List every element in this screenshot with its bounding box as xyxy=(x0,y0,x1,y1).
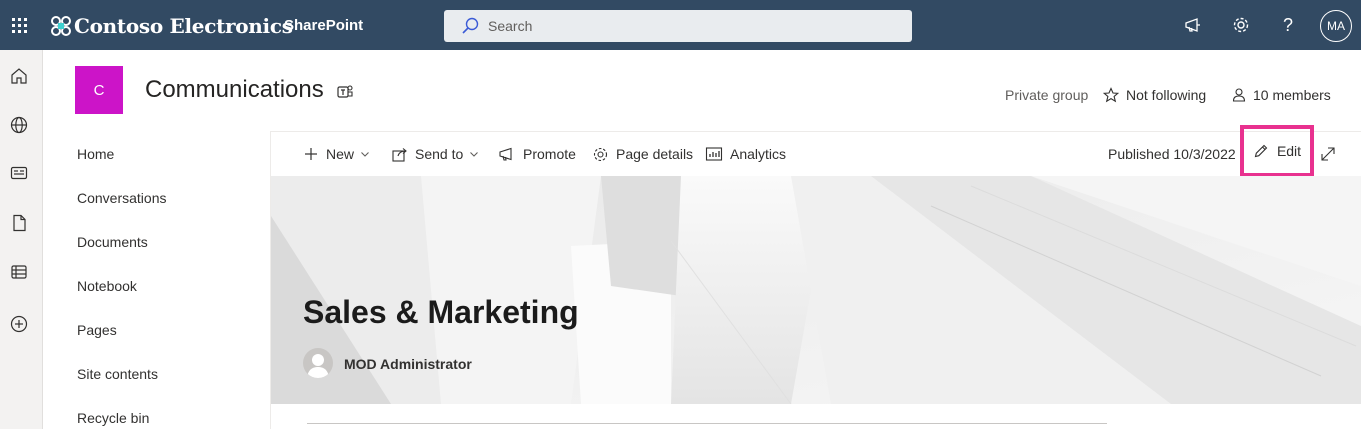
app-bar xyxy=(0,50,43,429)
plus-icon xyxy=(305,148,317,160)
waffle-icon[interactable] xyxy=(0,0,38,50)
follow-label: Not following xyxy=(1126,87,1207,103)
person-icon xyxy=(307,354,329,378)
megaphone-icon[interactable] xyxy=(1181,13,1205,37)
user-avatar[interactable]: MA xyxy=(1320,10,1352,42)
nav-item-documents[interactable]: Documents xyxy=(77,234,148,250)
home-icon[interactable] xyxy=(9,66,29,86)
app-name-link[interactable]: SharePoint xyxy=(284,17,363,34)
search-input[interactable] xyxy=(488,18,888,34)
nav-item-recycle-bin[interactable]: Recycle bin xyxy=(77,410,149,426)
page-hero-banner: Sales & Marketing MOD Administrator xyxy=(271,176,1361,404)
members-label: 10 members xyxy=(1253,87,1331,103)
globe-icon[interactable] xyxy=(9,115,29,135)
analytics-button[interactable]: Analytics xyxy=(705,132,786,176)
teams-icon[interactable] xyxy=(336,83,354,101)
analytics-label: Analytics xyxy=(730,146,787,162)
gear-icon xyxy=(593,147,608,161)
star-icon xyxy=(1103,87,1119,103)
members-button[interactable]: 10 members xyxy=(1231,87,1331,103)
edit-label: Edit xyxy=(1276,143,1302,159)
site-logo[interactable]: C xyxy=(75,66,123,114)
list-icon[interactable] xyxy=(9,262,29,282)
promote-label: Promote xyxy=(523,146,576,162)
section-divider xyxy=(307,423,1107,424)
search-icon xyxy=(462,17,479,34)
page-details-label: Page details xyxy=(616,146,694,162)
promote-button[interactable]: Promote xyxy=(498,132,576,176)
edit-button[interactable]: Edit xyxy=(1240,125,1314,177)
site-navigation: Home Conversations Documents Notebook Pa… xyxy=(43,131,271,429)
gear-icon[interactable] xyxy=(1229,13,1253,37)
follow-button[interactable]: Not following xyxy=(1103,87,1206,103)
command-bar: New Send to Promote Page details Analyti… xyxy=(271,125,1361,177)
analytics-icon xyxy=(705,147,723,161)
chevron-down-icon xyxy=(470,152,479,157)
nav-item-notebook[interactable]: Notebook xyxy=(77,278,137,294)
new-label: New xyxy=(326,146,355,162)
chevron-down-icon xyxy=(361,152,369,157)
author-name[interactable]: MOD Administrator xyxy=(344,356,472,372)
news-icon[interactable] xyxy=(9,163,29,183)
nav-item-site-contents[interactable]: Site contents xyxy=(77,366,158,382)
nav-item-home[interactable]: Home xyxy=(77,146,114,162)
published-status: Published 10/3/2022 xyxy=(1108,146,1236,162)
megaphone-icon xyxy=(499,147,512,161)
person-icon xyxy=(1232,88,1246,102)
contoso-logo-icon xyxy=(51,16,71,36)
privacy-label: Private group xyxy=(1005,87,1088,103)
nav-item-pages[interactable]: Pages xyxy=(77,322,117,338)
send-to-button[interactable]: Send to xyxy=(391,132,479,176)
add-icon[interactable] xyxy=(9,314,29,334)
author-avatar[interactable] xyxy=(303,348,333,378)
brand-link[interactable]: Contoso Electronics xyxy=(50,12,293,40)
page-title: Sales & Marketing xyxy=(303,294,579,330)
nav-item-conversations[interactable]: Conversations xyxy=(77,190,167,206)
help-icon[interactable]: ? xyxy=(1276,13,1300,37)
send-to-label: Send to xyxy=(415,146,464,162)
page-details-button[interactable]: Page details xyxy=(592,132,693,176)
new-button[interactable]: New xyxy=(303,132,370,176)
search-box[interactable] xyxy=(444,10,912,42)
site-title[interactable]: Communications xyxy=(145,76,324,104)
file-icon[interactable] xyxy=(9,213,29,233)
brand-name: Contoso Electronics xyxy=(74,14,293,38)
pencil-icon xyxy=(1254,144,1268,158)
expand-icon[interactable] xyxy=(1319,145,1337,163)
privacy-text: Private group xyxy=(1005,87,1089,103)
share-icon xyxy=(392,147,407,162)
suite-bar: Contoso Electronics SharePoint ? MA xyxy=(0,0,1361,50)
